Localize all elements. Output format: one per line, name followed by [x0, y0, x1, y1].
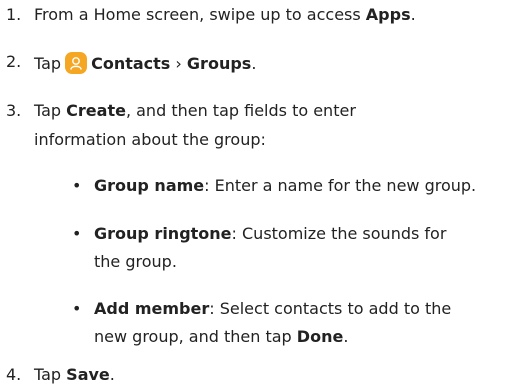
- step-number: 4.: [6, 365, 22, 384]
- step-text-plain: , and then tap fields to enter: [125, 101, 356, 120]
- bullet-description: : Enter a name for the new group.: [204, 176, 477, 195]
- bullet-text: Group name: Enter a name for the new gro…: [94, 176, 476, 196]
- instructions-document: 1. From a Home screen, swipe up to acces…: [0, 0, 519, 391]
- bullet-marker: •: [72, 176, 82, 195]
- step-text-period: .: [410, 5, 416, 24]
- bullet-description: : Customize the sounds for: [231, 224, 447, 243]
- step-number: 3.: [6, 101, 22, 120]
- step-number: 1.: [6, 5, 22, 24]
- step-text-line-2: information about the group:: [34, 130, 266, 149]
- groups-label: Groups: [186, 54, 252, 73]
- apps-label: Apps: [365, 5, 411, 24]
- step-text: Tap Create, and then tap fields to enter: [34, 101, 356, 121]
- contacts-label: Contacts: [91, 54, 171, 73]
- contacts-icon: [65, 52, 88, 74]
- group-name-label: Group name: [94, 176, 205, 195]
- bullet-description: new group, and then tap: [94, 327, 297, 346]
- create-label: Create: [66, 101, 126, 120]
- step-text-plain: From a Home screen, swipe up to access: [34, 5, 366, 24]
- add-member-label: Add member: [94, 299, 210, 318]
- step-text: Tap Contacts › Groups.: [34, 52, 256, 74]
- step-text-plain: Tap: [34, 54, 62, 73]
- bullet-text: Add member: Select contacts to add to th…: [94, 299, 451, 319]
- step-text-period: .: [109, 365, 115, 384]
- bullet-description: : Select contacts to add to the: [209, 299, 452, 318]
- step-text: Tap Save.: [34, 365, 115, 385]
- step-number: 2.: [6, 52, 22, 71]
- step-text-period: .: [343, 327, 349, 346]
- bullet-marker: •: [72, 299, 82, 318]
- step-text-plain: Tap: [34, 101, 67, 120]
- breadcrumb-separator: ›: [175, 54, 182, 73]
- step-text-period: .: [251, 54, 257, 73]
- bullet-text-line-2: the group.: [94, 252, 177, 271]
- step-text: From a Home screen, swipe up to access A…: [34, 5, 416, 25]
- group-ringtone-label: Group ringtone: [94, 224, 232, 243]
- done-label: Done: [296, 327, 344, 346]
- bullet-marker: •: [72, 224, 82, 243]
- save-label: Save: [66, 365, 110, 384]
- bullet-text-line-2: new group, and then tap Done.: [94, 327, 348, 347]
- bullet-text: Group ringtone: Customize the sounds for: [94, 224, 446, 244]
- step-text-plain: Tap: [34, 365, 67, 384]
